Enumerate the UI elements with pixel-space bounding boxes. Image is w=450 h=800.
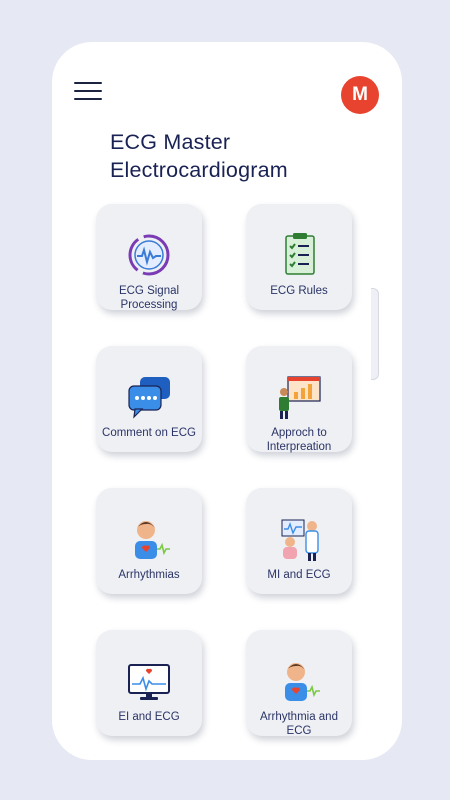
patient-heart-icon <box>276 658 322 704</box>
chat-bubbles-icon <box>126 374 172 420</box>
card-label: MI and ECG <box>267 569 331 581</box>
card-label: ECG Rules <box>270 285 328 297</box>
card-ei-and-ecg[interactable]: EI and ECG <box>96 630 202 736</box>
card-comment-on-ecg[interactable]: Comment on ECG <box>96 346 202 452</box>
patient-heart-icon <box>126 516 172 562</box>
checklist-icon <box>276 232 322 278</box>
side-scroll-handle[interactable] <box>371 288 379 380</box>
avatar[interactable]: M <box>341 76 379 114</box>
card-label: Approch to Interpreation <box>266 427 332 453</box>
card-arrhythmias[interactable]: Arrhythmias <box>96 488 202 594</box>
card-arrhythmia-and-ecg[interactable]: Arrhythmia and ECG <box>246 630 352 737</box>
card-ecg-rules[interactable]: ECG Rules <box>246 204 352 310</box>
ecg-monitor-icon <box>126 658 172 704</box>
card-mi-and-ecg[interactable]: MI and ECG <box>246 488 352 594</box>
title-line-1: ECG Master <box>110 130 231 154</box>
card-label: ECG Signal Processing <box>118 285 180 311</box>
card-label: EI and ECG <box>118 711 180 723</box>
signal-processing-icon <box>126 232 172 278</box>
card-approach-to-interpretation[interactable]: Approch to Interpreation <box>246 346 352 453</box>
hamburger-menu-icon[interactable] <box>74 82 102 102</box>
card-ecg-signal-processing[interactable]: ECG Signal Processing <box>96 204 202 311</box>
presentation-icon <box>276 374 322 420</box>
page-title: ECG Master Electrocardiogram <box>110 128 288 184</box>
card-label: Arrhythmias <box>118 569 180 581</box>
phone-frame: M ECG Master Electrocardiogram ECG Signa… <box>52 42 402 760</box>
card-label: Comment on ECG <box>102 427 196 439</box>
card-label: Arrhythmia and ECG <box>260 711 338 737</box>
doctor-patient-icon <box>276 516 322 562</box>
title-line-2: Electrocardiogram <box>110 158 288 182</box>
